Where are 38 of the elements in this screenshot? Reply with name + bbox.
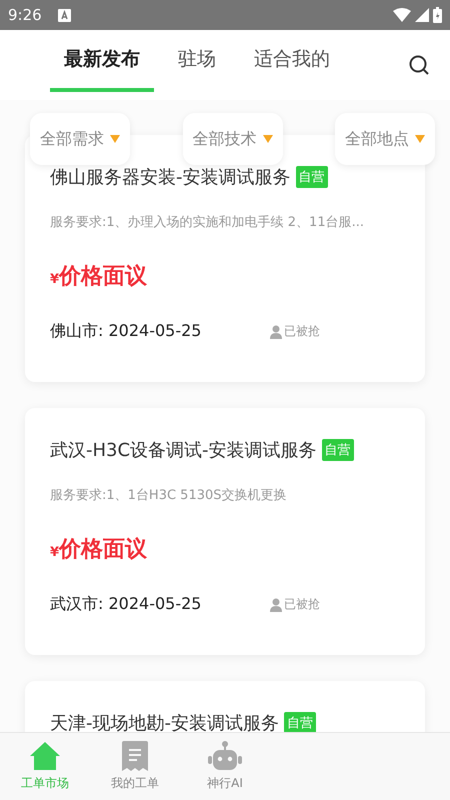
tab[interactable]: 最新发布 <box>50 30 154 92</box>
tab[interactable]: 驻场 <box>164 30 230 92</box>
caret-icon <box>110 135 120 143</box>
receipt-icon <box>121 741 149 771</box>
order-title: 武汉-H3C设备调试-安装调试服务 <box>50 439 317 462</box>
order-requirement: 服务要求:1、办理入场的实施和加电手续 2、11台服... <box>50 214 365 231</box>
self-operated-badge: 自营 <box>322 439 354 461</box>
home-icon <box>29 741 61 771</box>
order-price: 价格面议 <box>59 263 148 291</box>
filter-dropdown[interactable]: 全部地点 <box>335 113 435 165</box>
tab[interactable]: 适合我的 <box>240 30 344 92</box>
battery-icon <box>433 7 442 23</box>
filter-dropdown[interactable]: 全部技术 <box>182 113 282 165</box>
person-icon <box>270 324 282 338</box>
order-price: 价格面议 <box>59 536 148 564</box>
caret-icon <box>262 135 272 143</box>
person-icon <box>270 598 282 612</box>
caret-icon <box>415 135 425 143</box>
keyboard-icon <box>58 8 71 22</box>
order-status: 已被抢 <box>284 596 320 613</box>
filter-dropdown[interactable]: 全部需求 <box>30 113 130 165</box>
self-operated-badge: 自营 <box>284 712 316 732</box>
robot-icon <box>208 741 242 771</box>
order-card[interactable]: 武汉-H3C设备调试-安装调试服务 自营 服务要求:1、1台H3C 5130S交换机更换 ¥价格面议 武汉市: 2024-05-25 已被抢 <box>25 408 425 655</box>
wifi-icon <box>393 8 411 22</box>
order-location-date: 武汉市: 2024-05-25 <box>50 594 202 615</box>
status-time: 9:26 <box>8 6 42 24</box>
currency-symbol: ¥ <box>50 272 60 287</box>
order-requirement: 服务要求:1、1台H3C 5130S交换机更换 <box>50 487 288 504</box>
order-location-date: 佛山市: 2024-05-25 <box>50 321 202 342</box>
order-title: 佛山服务器安装-安装调试服务 <box>50 166 290 189</box>
order-card[interactable]: 天津-现场地勘-安装调试服务 自营 <box>25 681 425 732</box>
signal-icon <box>415 8 429 22</box>
self-operated-badge: 自营 <box>296 166 328 188</box>
order-title: 天津-现场地勘-安装调试服务 <box>50 712 279 732</box>
search-button[interactable] <box>408 54 430 76</box>
currency-symbol: ¥ <box>50 545 60 560</box>
order-status: 已被抢 <box>284 323 320 340</box>
